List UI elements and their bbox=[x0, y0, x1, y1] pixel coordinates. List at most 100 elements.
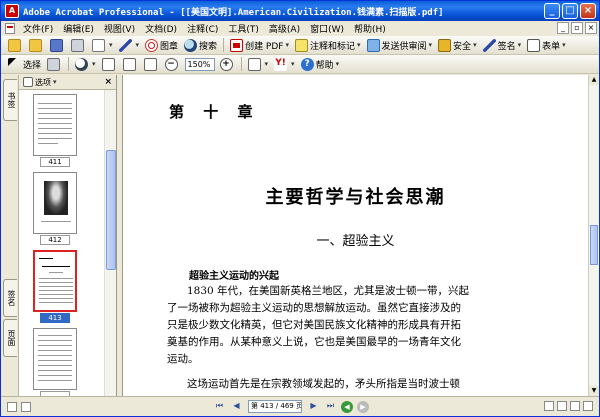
doc-restore-button[interactable]: ▫ bbox=[571, 22, 583, 34]
lock-icon bbox=[438, 38, 452, 52]
close-icon[interactable]: × bbox=[104, 77, 112, 87]
zoom-tool-button[interactable]: ▾ bbox=[72, 56, 99, 72]
attach-button[interactable]: ▾ bbox=[116, 37, 143, 53]
security-button[interactable]: 安全 ▾ bbox=[435, 37, 480, 53]
next-page-button[interactable]: ▶ bbox=[307, 400, 320, 413]
thumbnail-414[interactable] bbox=[33, 328, 77, 396]
trash-icon[interactable] bbox=[23, 77, 33, 87]
email-button[interactable]: ▾ bbox=[89, 37, 116, 53]
print-button[interactable] bbox=[68, 37, 89, 53]
create-pdf-button[interactable]: 创建 PDF ▾ bbox=[227, 37, 292, 53]
scroll-down-icon[interactable]: ▼ bbox=[589, 386, 599, 396]
thumbnail-scrollbar[interactable] bbox=[104, 90, 116, 396]
stamp-button[interactable]: 图章 bbox=[142, 37, 181, 53]
save-button[interactable] bbox=[47, 37, 68, 53]
help-button[interactable]: ? 帮助 ▾ bbox=[298, 56, 343, 72]
menu-bar: 文件(F) 编辑(E) 视图(V) 文档(D) 注释(C) 工具(T) 高级(A… bbox=[1, 21, 599, 36]
maximize-button[interactable]: □ bbox=[562, 3, 578, 19]
zoom-level-input[interactable]: 150% bbox=[184, 57, 215, 71]
chapter-heading: 第 十 章 bbox=[169, 103, 260, 121]
toolbar-separator bbox=[68, 57, 70, 71]
first-page-button[interactable]: ⏮ bbox=[213, 400, 226, 413]
text-line: 了一场被称为超验主义运动的思想解放运动。虽然它直接涉及的 bbox=[167, 302, 461, 314]
menu-comments[interactable]: 注释(C) bbox=[182, 22, 223, 35]
single-page-icon[interactable] bbox=[544, 401, 554, 411]
paragraph-1: 1830 年代，在美国新英格兰地区，尤其是波士顿一带，兴起 了一场被称为超验主义… bbox=[167, 283, 505, 368]
title-bar[interactable]: A Adobe Acrobat Professional - [[美国文明].A… bbox=[1, 1, 599, 21]
menu-advanced[interactable]: 高级(A) bbox=[264, 22, 305, 35]
doc-close-button[interactable]: × bbox=[585, 22, 597, 34]
chevron-down-icon: ▾ bbox=[473, 41, 477, 49]
chevron-down-icon: ▾ bbox=[291, 60, 295, 68]
zoom-in-button[interactable]: + bbox=[217, 56, 238, 72]
zoom-out-button[interactable]: − bbox=[162, 56, 183, 72]
minimize-button[interactable]: _ bbox=[544, 3, 560, 19]
actual-size-button[interactable] bbox=[99, 56, 120, 72]
tab-signatures[interactable]: 签名 bbox=[3, 279, 17, 317]
page-size-icon[interactable] bbox=[21, 401, 31, 412]
send-review-button[interactable]: 发送供审阅 ▾ bbox=[364, 37, 436, 53]
thumbnail-412[interactable]: 412 bbox=[33, 172, 77, 245]
chevron-down-icon: ▾ bbox=[285, 41, 289, 49]
fit-page-button[interactable] bbox=[120, 56, 141, 72]
previous-page-button[interactable]: ◀ bbox=[230, 400, 243, 413]
thumbnail-413[interactable]: 413 bbox=[33, 250, 77, 323]
document-view[interactable]: 第 十 章 主要哲学与社会思潮 一、超验主义 超验主义运动的兴起 1830 年代… bbox=[123, 75, 588, 396]
close-button[interactable]: × bbox=[580, 3, 596, 19]
cursor-icon bbox=[8, 57, 21, 71]
menu-tools[interactable]: 工具(T) bbox=[223, 22, 264, 35]
forms-button[interactable]: 表单 ▾ bbox=[524, 37, 569, 53]
menu-document[interactable]: 文档(D) bbox=[140, 22, 182, 35]
menu-help[interactable]: 帮助(H) bbox=[349, 22, 391, 35]
select-tool-button[interactable]: 选择 bbox=[5, 56, 44, 72]
page-thumbnail bbox=[33, 94, 77, 156]
paragraph-2: 这场运动首先是在宗教领域发起的，矛头所指是当时波士顿 bbox=[167, 376, 505, 393]
layout-icon[interactable] bbox=[7, 401, 17, 412]
search-button[interactable]: 搜索 bbox=[181, 37, 220, 53]
menu-edit[interactable]: 编辑(E) bbox=[58, 22, 99, 35]
form-icon bbox=[527, 38, 541, 52]
page-thumbnail bbox=[33, 328, 77, 390]
snapshot-button[interactable] bbox=[44, 56, 65, 72]
menu-view[interactable]: 视图(V) bbox=[99, 22, 140, 35]
comment-markup-button[interactable]: 注释和标记 ▾ bbox=[292, 37, 364, 53]
sign-button[interactable]: 签名 ▾ bbox=[480, 37, 525, 53]
section-heading: 一、超验主义 bbox=[316, 234, 395, 249]
acrobat-window: A Adobe Acrobat Professional - [[美国文明].A… bbox=[0, 0, 600, 417]
sign-label: 签名 bbox=[497, 41, 516, 52]
continuous-facing-icon[interactable] bbox=[583, 401, 593, 411]
tab-bookmarks[interactable]: 书签 bbox=[3, 79, 17, 121]
last-page-button[interactable]: ⏭ bbox=[324, 400, 337, 413]
rotate-button[interactable]: ▾ bbox=[245, 56, 272, 72]
yahoo-button[interactable]: Y! ▾ bbox=[271, 56, 298, 72]
scroll-up-icon[interactable]: ▲ bbox=[589, 75, 599, 85]
document-scrollbar[interactable]: ▲ ▼ bbox=[588, 75, 599, 396]
scrollbar-thumb[interactable] bbox=[590, 225, 598, 265]
zoom-out-icon: − bbox=[164, 57, 178, 71]
facing-icon[interactable] bbox=[570, 401, 580, 411]
pen-icon bbox=[482, 38, 496, 52]
document-menu-icon[interactable] bbox=[5, 23, 15, 34]
chevron-down-icon: ▾ bbox=[135, 41, 140, 49]
text-line: 奠基的作用。从某种意义上说，它也是美国最早的一场青年文化 bbox=[167, 336, 461, 348]
doc-minimize-button[interactable]: _ bbox=[557, 22, 569, 34]
continuous-icon[interactable] bbox=[557, 401, 567, 411]
scrollbar-thumb[interactable] bbox=[106, 150, 116, 270]
thumbnail-411[interactable]: 411 bbox=[33, 94, 77, 167]
open-button[interactable] bbox=[5, 37, 26, 53]
send-review-icon bbox=[366, 38, 380, 52]
menu-file[interactable]: 文件(F) bbox=[18, 22, 58, 35]
fit-width-button[interactable] bbox=[141, 56, 162, 72]
next-view-button[interactable]: ▶ bbox=[357, 400, 369, 413]
chapter-title: 主要哲学与社会思潮 bbox=[265, 187, 446, 208]
options-menu[interactable]: 选项 bbox=[35, 77, 51, 88]
menu-window[interactable]: 窗口(W) bbox=[305, 22, 349, 35]
page-thumbnail bbox=[33, 250, 77, 312]
chevron-down-icon: ▾ bbox=[562, 41, 566, 49]
page-number-input[interactable]: 第 413 / 469 页 bbox=[248, 400, 302, 413]
previous-view-button[interactable]: ◀ bbox=[341, 400, 353, 413]
rotate-icon bbox=[247, 57, 261, 71]
tab-pages[interactable]: 页面 bbox=[3, 319, 17, 357]
chevron-down-icon: ▾ bbox=[92, 60, 96, 68]
organize-button[interactable] bbox=[26, 37, 47, 53]
